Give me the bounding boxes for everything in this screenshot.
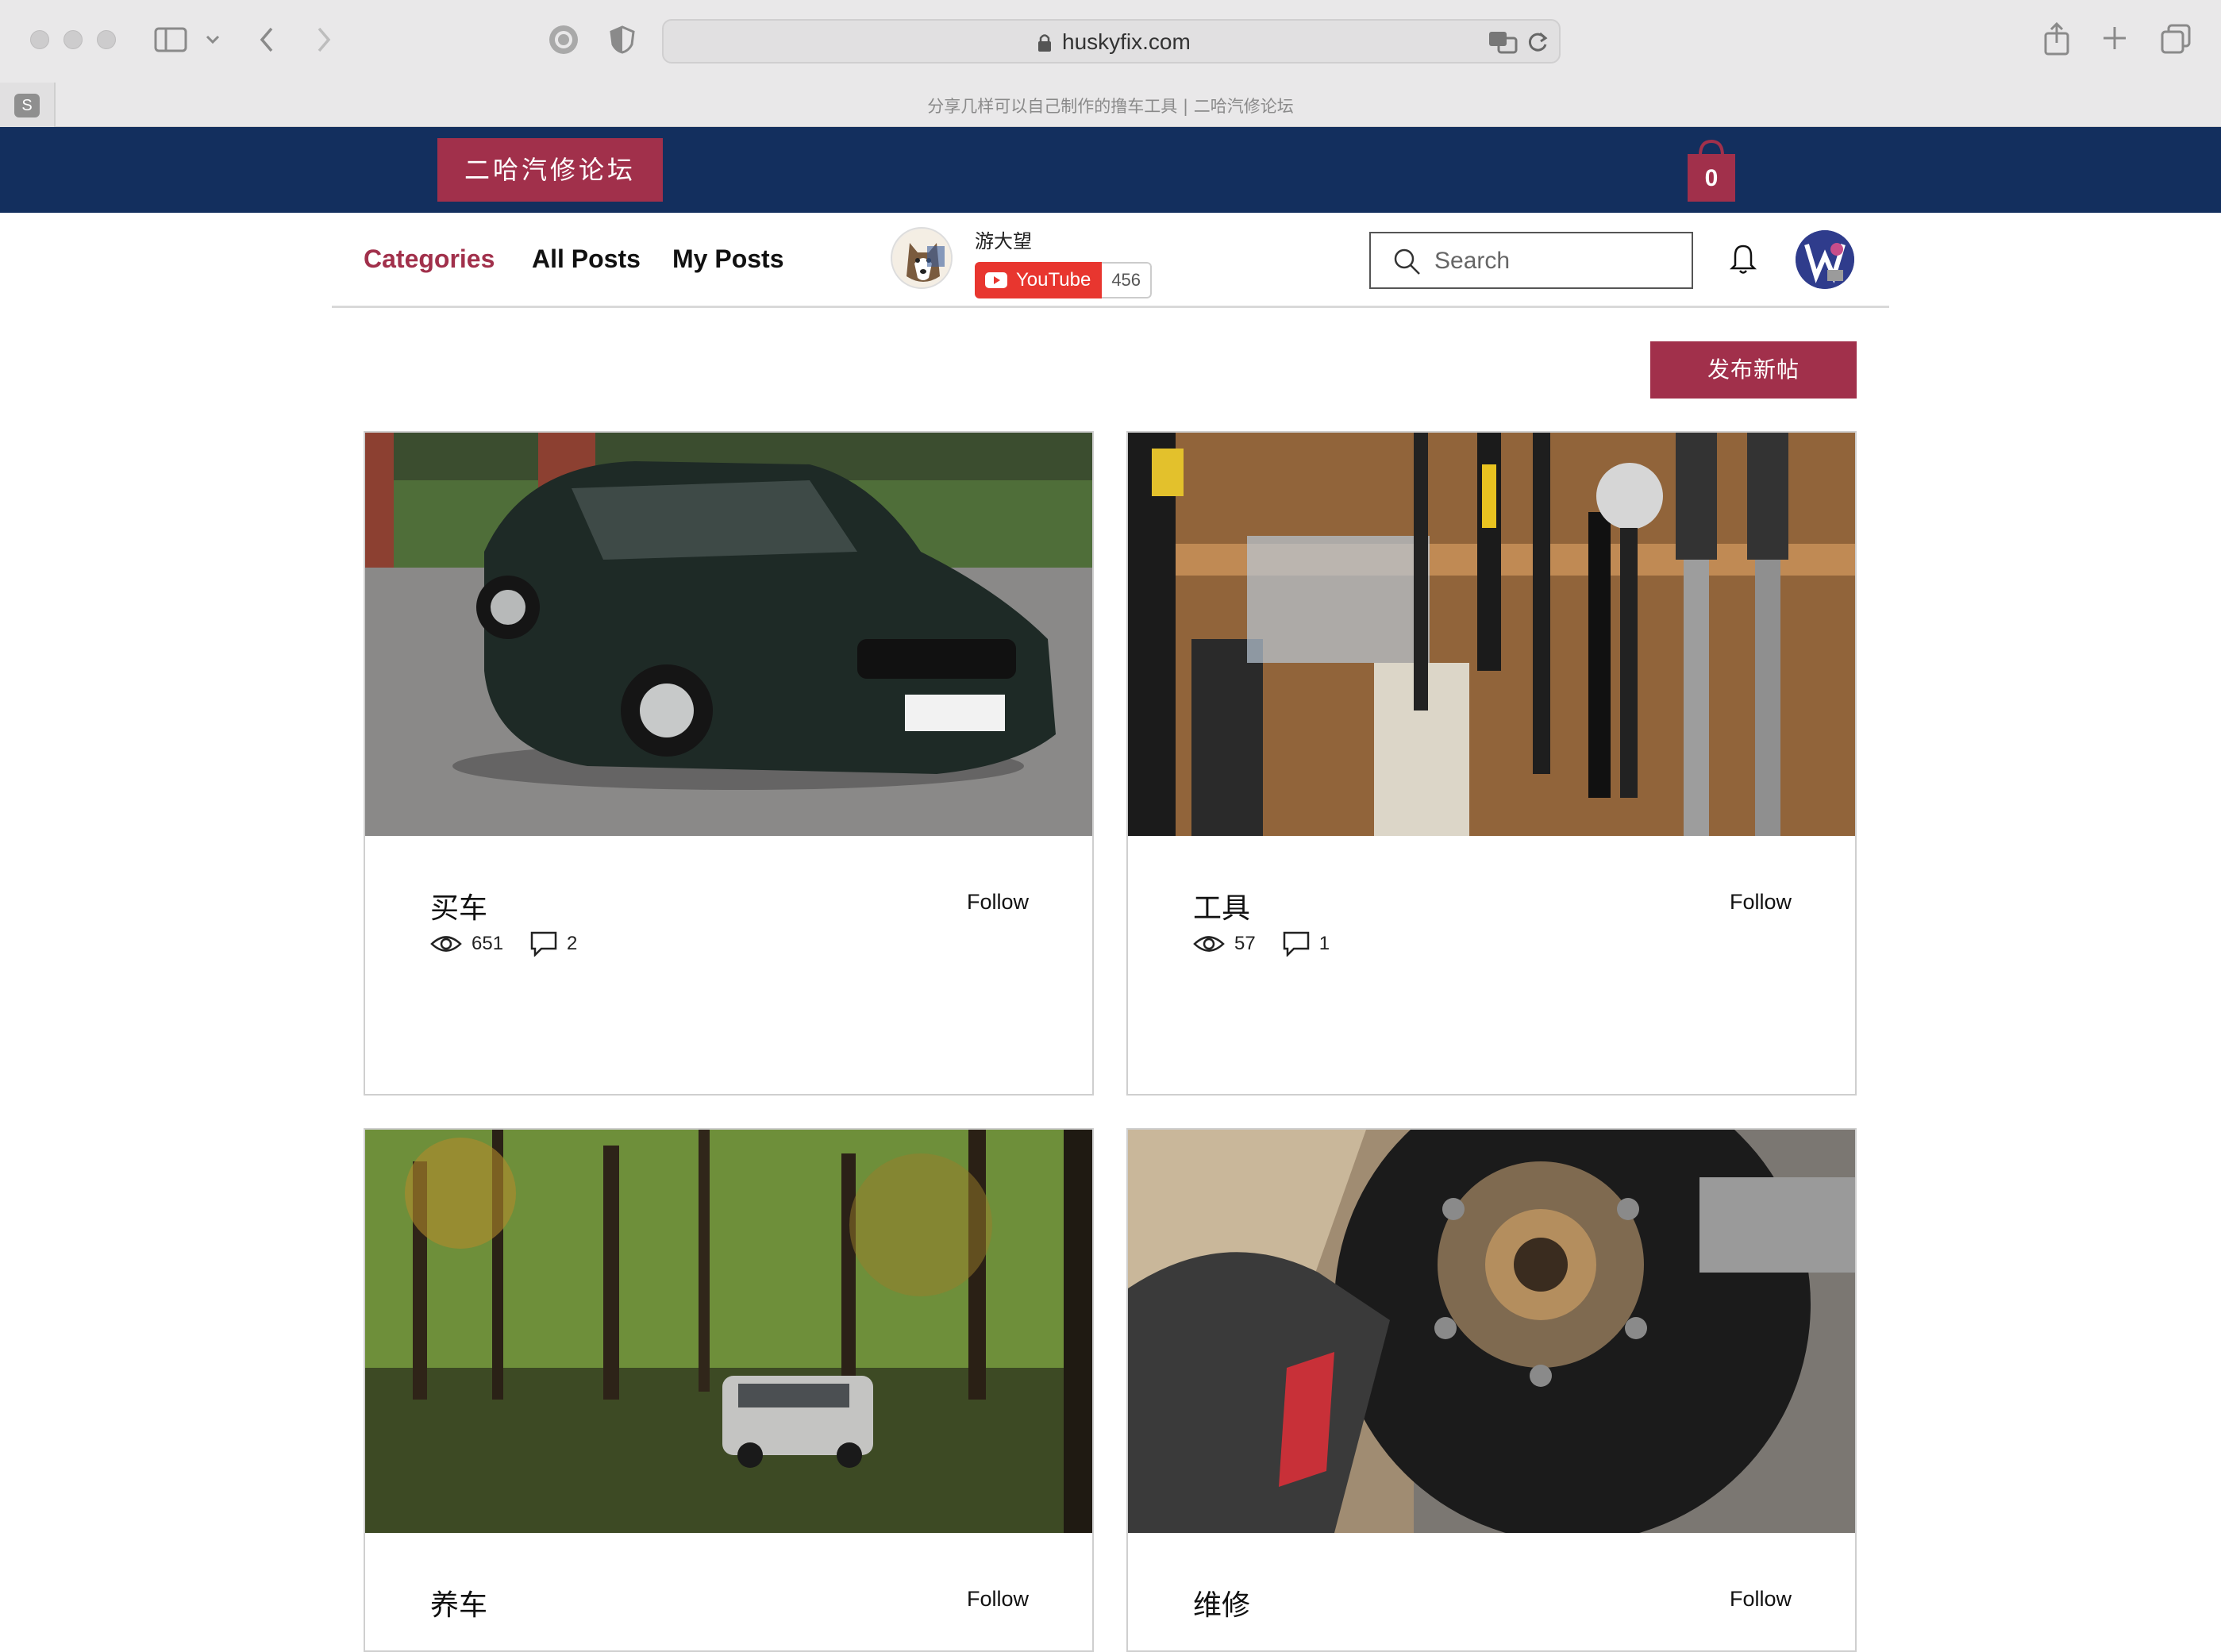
- user-avatar-image: [1796, 230, 1854, 289]
- follow-button[interactable]: Follow: [1730, 890, 1792, 915]
- cart-count: 0: [1704, 165, 1719, 191]
- search-input[interactable]: [1434, 246, 1672, 276]
- comments-icon: [530, 931, 557, 957]
- share-icon[interactable]: [2043, 22, 2070, 56]
- follow-button[interactable]: Follow: [967, 1587, 1029, 1612]
- create-post-button[interactable]: 发布新帖: [1650, 341, 1857, 399]
- nav-my-posts[interactable]: My Posts: [672, 245, 783, 274]
- window-controls: [30, 30, 116, 49]
- notifications-bell-icon[interactable]: [1729, 241, 1757, 275]
- browser-chrome: huskyfix.com S 分享几样可以自己制作的撸车工具 | 二哈汽修论坛: [0, 0, 2221, 127]
- translate-icon[interactable]: [1488, 30, 1519, 54]
- zoom-window-button[interactable]: [97, 30, 116, 49]
- wheel-hub-repair-photo: [1128, 1130, 1855, 1533]
- lock-icon: [1038, 34, 1051, 52]
- category-card-repair[interactable]: 维修 Follow: [1126, 1128, 1857, 1652]
- cart-button[interactable]: 0: [1684, 137, 1738, 203]
- category-title[interactable]: 养车: [430, 1582, 487, 1623]
- site-logo-button[interactable]: 二哈汽修论坛: [437, 138, 663, 202]
- category-card-buy-car[interactable]: 买车 Follow 651 2: [364, 431, 1094, 1096]
- address-bar[interactable]: huskyfix.com: [662, 19, 1561, 64]
- youtube-subscribe-button[interactable]: YouTube 456: [975, 262, 1153, 298]
- url-text: huskyfix.com: [1062, 29, 1191, 54]
- back-icon[interactable]: [257, 25, 276, 54]
- comments-count: 2: [567, 933, 578, 954]
- category-title[interactable]: 买车: [430, 885, 487, 926]
- new-tab-icon[interactable]: [2102, 25, 2127, 51]
- category-card-tools[interactable]: 工具 Follow 57 1: [1126, 431, 1857, 1096]
- comments-icon: [1283, 931, 1309, 957]
- views-eye-icon: [1193, 936, 1225, 952]
- nav-all-posts[interactable]: All Posts: [532, 245, 641, 274]
- forward-icon[interactable]: [314, 25, 333, 54]
- extension-icon[interactable]: [548, 24, 579, 56]
- category-title[interactable]: 维修: [1193, 1582, 1250, 1623]
- sidebar-toggle-icon[interactable]: [154, 25, 189, 54]
- forum-nav: Categories All Posts My Posts 游大望 YouTub…: [332, 213, 1889, 308]
- category-image: [1128, 433, 1855, 836]
- views-count: 57: [1234, 933, 1256, 954]
- search-box[interactable]: [1369, 232, 1693, 289]
- site-header: 二哈汽修论坛 0: [0, 127, 2221, 213]
- nav-categories[interactable]: Categories: [364, 245, 495, 274]
- user-avatar[interactable]: [1796, 230, 1854, 289]
- husky-logo-icon: [893, 229, 951, 287]
- views-eye-icon: [430, 936, 462, 952]
- views-count: 651: [472, 933, 504, 954]
- minimize-window-button[interactable]: [64, 30, 83, 49]
- chevron-down-icon[interactable]: [205, 33, 221, 46]
- comments-count: 1: [1318, 933, 1330, 954]
- channel-name: 游大望: [975, 230, 1032, 252]
- tab-overview-icon[interactable]: [2161, 24, 2191, 54]
- category-stats: 57 1: [1193, 931, 1357, 957]
- follow-button[interactable]: Follow: [967, 890, 1029, 915]
- youtube-play-icon: [985, 272, 1007, 288]
- close-window-button[interactable]: [30, 30, 49, 49]
- category-stats: 651 2: [430, 931, 604, 957]
- category-image: [365, 433, 1092, 836]
- active-tab-title[interactable]: 分享几样可以自己制作的撸车工具 | 二哈汽修论坛: [0, 94, 2221, 117]
- sports-car-photo: [365, 433, 1092, 836]
- tools-wall-photo: [1128, 433, 1855, 836]
- category-image: [1128, 1130, 1855, 1533]
- category-image: [365, 1130, 1092, 1533]
- category-title[interactable]: 工具: [1193, 885, 1250, 926]
- tab-bar: S 分享几样可以自己制作的撸车工具 | 二哈汽修论坛: [0, 83, 2221, 127]
- reload-icon[interactable]: [1526, 30, 1549, 54]
- channel-avatar[interactable]: [891, 227, 953, 289]
- youtube-label: YouTube: [1016, 269, 1091, 291]
- category-card-car-care[interactable]: 养车 Follow: [364, 1128, 1094, 1652]
- suv-in-forest-photo: [365, 1130, 1092, 1533]
- subscriber-count: 456: [1102, 262, 1153, 298]
- search-icon: [1394, 248, 1420, 275]
- privacy-shield-icon[interactable]: [610, 25, 635, 54]
- follow-button[interactable]: Follow: [1730, 1587, 1792, 1612]
